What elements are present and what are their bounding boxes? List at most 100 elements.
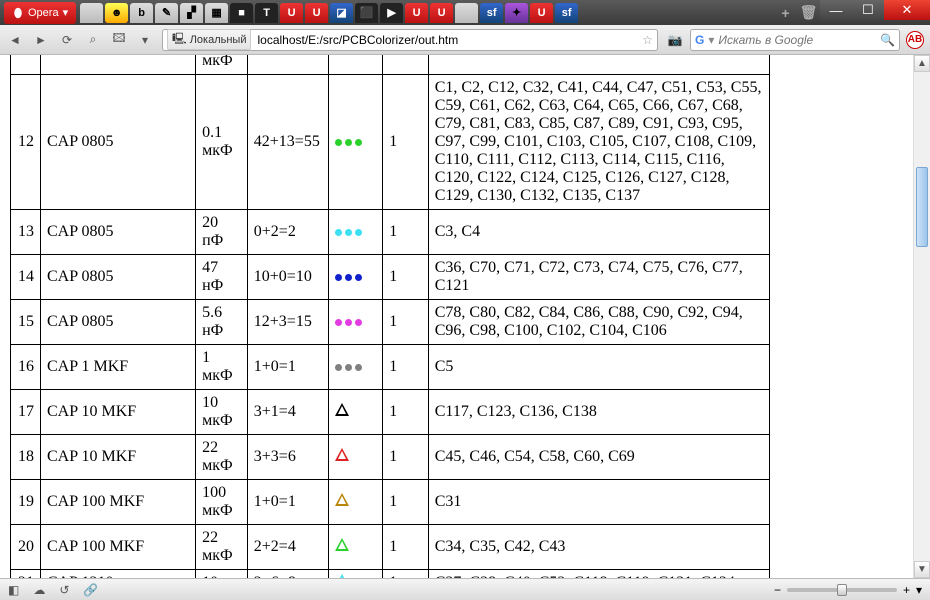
browser-tab[interactable]: ✦ — [505, 3, 528, 23]
close-button[interactable]: ✕ — [884, 0, 930, 20]
browser-tab[interactable]: U — [305, 3, 328, 23]
browser-tab[interactable]: ☻ — [105, 3, 128, 23]
table-row: 14CAP 080547 нФ10+0=101C36, C70, C71, C7… — [11, 255, 770, 300]
table-row: 13CAP 080520 пФ0+2=21C3, C4 — [11, 210, 770, 255]
adblock-icon[interactable]: AB — [906, 31, 924, 49]
browser-tab[interactable]: b — [130, 3, 153, 23]
part-value: мкФ — [196, 55, 248, 75]
browser-tab[interactable]: sf — [555, 3, 578, 23]
browser-tab[interactable] — [80, 3, 103, 23]
part-qty: 1 — [383, 75, 428, 210]
search-input[interactable] — [718, 33, 876, 47]
window-controls: — ☐ ✕ — [820, 0, 930, 25]
part-qty — [383, 55, 428, 75]
part-marker — [329, 480, 383, 525]
table-row: 16CAP 1 MKF1 мкФ1+0=11C5 — [11, 345, 770, 390]
zoom-thumb[interactable] — [837, 584, 847, 596]
row-index: 17 — [11, 390, 41, 435]
part-name: CAP 0805 — [40, 255, 195, 300]
part-value: 22 мкФ — [196, 435, 248, 480]
search-icon[interactable]: 🔍 — [880, 33, 895, 47]
browser-tab[interactable]: ⬛ — [355, 3, 378, 23]
browser-tab[interactable]: ✎ — [155, 3, 178, 23]
part-refs: C37, C38, C40, C52, C118, C119, C131, C1… — [428, 570, 769, 579]
image-icon[interactable]: 🖾 — [110, 31, 128, 49]
browser-tab[interactable]: ▞ — [180, 3, 203, 23]
scroll-down-button[interactable]: ▼ — [914, 561, 930, 578]
dots-icon — [335, 139, 362, 146]
triangle-icon — [335, 493, 349, 506]
part-value: 5.6 нФ — [196, 300, 248, 345]
new-tab-button[interactable]: + — [774, 3, 797, 23]
back-button[interactable]: ◄ — [6, 31, 24, 49]
scroll-thumb[interactable] — [916, 167, 928, 247]
part-name: CAP 100 MKF — [40, 480, 195, 525]
browser-tab[interactable]: U — [405, 3, 428, 23]
zoom-dropdown-icon[interactable]: ▾ — [916, 583, 922, 597]
browser-tab[interactable]: ▦ — [205, 3, 228, 23]
part-count: 3+3=6 — [247, 435, 329, 480]
browser-tab[interactable]: ■ — [230, 3, 253, 23]
row-index: 15 — [11, 300, 41, 345]
browser-tab[interactable] — [455, 3, 478, 23]
bookmark-star-icon[interactable]: ☆ — [642, 33, 653, 47]
zoom-out-icon[interactable]: − — [774, 583, 781, 597]
key-icon[interactable]: ⌕ — [84, 31, 102, 49]
browser-tab[interactable]: U — [280, 3, 303, 23]
part-count: 10+0=10 — [247, 255, 329, 300]
browser-tab[interactable]: ◪ — [330, 3, 353, 23]
browser-tab[interactable]: U — [530, 3, 553, 23]
browser-tab[interactable]: U — [430, 3, 453, 23]
maximize-button[interactable]: ☐ — [852, 0, 884, 20]
zoom-control[interactable]: − + ▾ — [774, 583, 922, 597]
scroll-track[interactable] — [914, 72, 930, 561]
trash-tabs-button[interactable]: 🗑 — [797, 3, 820, 23]
browser-tab[interactable]: sf — [480, 3, 503, 23]
address-bar[interactable]: 🖳 Локальный localhost/E:/src/PCBColorize… — [162, 29, 658, 51]
opera-menu-button[interactable]: Opera ▾ — [4, 2, 76, 24]
part-name: CAP 0805 — [40, 75, 195, 210]
part-count: 1+0=1 — [247, 480, 329, 525]
panel-icon[interactable]: ◧ — [8, 583, 19, 597]
tab-strip: ☻b✎▞▦■TUU◪⬛▶UUsf✦Usf — [80, 0, 774, 25]
part-name: CAP 10 MKF — [40, 390, 195, 435]
part-qty: 1 — [383, 480, 428, 525]
table-row: 12CAP 08050.1 мкФ42+13=551C1, C2, C12, C… — [11, 75, 770, 210]
part-name: CAP 10 MKF — [40, 435, 195, 480]
part-name: CAP 0805 — [40, 300, 195, 345]
opera-icon — [12, 7, 24, 19]
zoom-slider[interactable] — [787, 588, 897, 592]
minimize-button[interactable]: — — [820, 0, 852, 20]
part-value: 22 мкФ — [196, 525, 248, 570]
part-refs: C78, C80, C82, C84, C86, C88, C90, C92, … — [428, 300, 769, 345]
reload-button[interactable]: ⟳ — [58, 31, 76, 49]
page-content: мкФ12CAP 08050.1 мкФ42+13=551C1, C2, C12… — [0, 55, 913, 578]
local-label: Локальный — [190, 34, 247, 46]
row-index: 14 — [11, 255, 41, 300]
part-count: 3+1=4 — [247, 390, 329, 435]
dropdown-icon[interactable]: ▾ — [136, 31, 154, 49]
forward-button[interactable]: ► — [32, 31, 50, 49]
browser-tab[interactable]: ▶ — [380, 3, 403, 23]
part-marker — [329, 75, 383, 210]
cloud-icon[interactable]: ☁ — [33, 583, 45, 597]
opera-label: Opera — [28, 7, 59, 19]
scroll-up-button[interactable]: ▲ — [914, 55, 930, 72]
search-box[interactable]: G ▾ 🔍 — [690, 29, 900, 51]
part-marker — [329, 570, 383, 579]
chevron-down-icon[interactable]: ▾ — [708, 33, 714, 47]
part-marker — [329, 390, 383, 435]
link-icon[interactable]: 🔗 — [83, 583, 98, 597]
part-value: 47 нФ — [196, 255, 248, 300]
browser-tab[interactable]: T — [255, 3, 278, 23]
sync-icon[interactable]: ↺ — [59, 583, 69, 597]
part-marker — [329, 525, 383, 570]
zoom-in-icon[interactable]: + — [903, 583, 910, 597]
table-row: 15CAP 08055.6 нФ12+3=151C78, C80, C82, C… — [11, 300, 770, 345]
part-refs: C31 — [428, 480, 769, 525]
row-index: 16 — [11, 345, 41, 390]
vertical-scrollbar[interactable]: ▲ ▼ — [913, 55, 930, 578]
part-count: 1+0=1 — [247, 345, 329, 390]
part-marker — [329, 210, 383, 255]
camera-icon[interactable]: 📷 — [666, 31, 684, 49]
